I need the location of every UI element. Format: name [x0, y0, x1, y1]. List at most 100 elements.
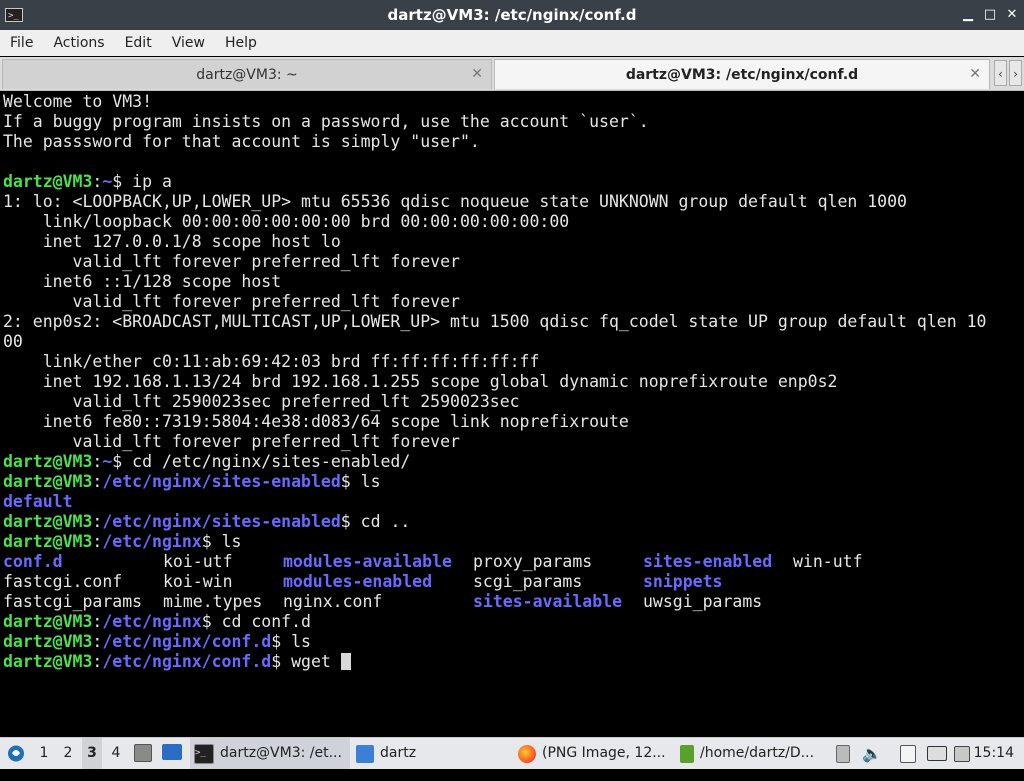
network-icon[interactable]	[927, 738, 947, 769]
output-line: 2: enp0s2: <BROADCAST,MULTICAST,UP,LOWER…	[3, 312, 987, 331]
start-menu-button[interactable]	[5, 738, 27, 769]
output-line: valid_lft 2590023sec preferred_lft 25900…	[3, 392, 520, 411]
prompt-path: /etc/nginx/sites-enabled	[102, 472, 341, 491]
ls-file-entry: proxy_params	[473, 552, 593, 571]
menu-help[interactable]: Help	[215, 35, 267, 51]
workspace-2[interactable]: 2	[58, 738, 78, 769]
ls-directory-entry: sites-enabled	[643, 552, 773, 571]
volume-icon[interactable]: 🔈	[862, 738, 882, 769]
command-input[interactable]: wget	[291, 652, 341, 671]
prompt-user: dartz@VM3	[3, 472, 93, 491]
menu-actions[interactable]: Actions	[43, 35, 114, 51]
window-title: dartz@VM3: /etc/nginx/conf.d	[387, 6, 637, 24]
workspace-3[interactable]: 3	[82, 738, 102, 769]
ls-file-entry: fastcgi_params	[3, 592, 143, 611]
ls-directory-entry: conf.d	[3, 552, 63, 571]
ls-directory-entry: snippets	[643, 572, 723, 591]
task-label: dartz@VM3: /et...	[220, 745, 342, 761]
output-line: valid_lft forever preferred_lft forever	[3, 292, 460, 311]
command-text: ls	[360, 472, 381, 491]
ls-file-entry: nginx.conf	[283, 592, 383, 611]
bluetooth-icon[interactable]	[954, 738, 970, 769]
terminal-app-icon[interactable]: >_	[5, 8, 23, 22]
workspace-1[interactable]: 1	[34, 738, 54, 769]
output-line: inet 192.168.1.13/24 brd 192.168.1.255 s…	[3, 372, 838, 391]
close-button[interactable]: ✕	[1004, 7, 1020, 23]
output-line: inet 127.0.0.1/8 scope host lo	[3, 232, 341, 251]
tab-bar: dartz@VM3: ~ ✕ dartz@VM3: /etc/nginx/con…	[0, 57, 1024, 91]
output-line: 00	[3, 332, 23, 351]
ls-file-entry: koi-win	[163, 572, 233, 591]
ls-file-entry: scgi_params	[473, 572, 583, 591]
output-line: valid_lft forever preferred_lft forever	[3, 252, 460, 271]
prompt-line: dartz@VM3:/etc/nginx/sites-enabled$ ls	[3, 472, 381, 491]
prompt-user: dartz@VM3	[3, 632, 93, 651]
tab-close-icon[interactable]: ✕	[969, 66, 981, 82]
ls-directory-entry: modules-enabled	[283, 572, 433, 591]
task-label: dartz	[380, 745, 417, 761]
show-desktop-icon[interactable]	[162, 738, 184, 769]
maximize-button[interactable]: □	[982, 7, 998, 23]
menu-view[interactable]: View	[162, 35, 215, 51]
firefox-icon	[518, 744, 536, 763]
command-text: ls	[291, 632, 311, 651]
window-titlebar[interactable]: >_ dartz@VM3: /etc/nginx/conf.d ▁ □ ✕	[0, 0, 1024, 30]
output-line: The passsword for that account is simply…	[3, 132, 480, 151]
output-line: If a buggy program insists on a password…	[3, 112, 649, 131]
tab-home[interactable]: dartz@VM3: ~ ✕	[2, 59, 492, 89]
terminal-output[interactable]: Welcome to VM3! If a buggy program insis…	[0, 91, 1024, 736]
output-line: 1: lo: <LOOPBACK,UP,LOWER_UP> mtu 65536 …	[3, 192, 907, 211]
tab-scroll-left-icon[interactable]: ‹	[994, 60, 1007, 86]
prompt-user: dartz@VM3	[3, 612, 93, 631]
prompt-path: /etc/nginx	[102, 532, 202, 551]
clock[interactable]: 15:14	[974, 738, 1014, 769]
prompt-line: dartz@VM3:/etc/nginx/conf.d$ ls	[3, 632, 311, 651]
prompt-user: dartz@VM3	[3, 532, 93, 551]
prompt-path: /etc/nginx	[102, 612, 202, 631]
prompt-line: dartz@VM3:~$ ip a	[3, 172, 172, 191]
text-editor-icon	[680, 744, 694, 763]
taskbar: 1 2 3 4 >_ dartz@VM3: /et... dartz (PNG …	[0, 737, 1024, 769]
task-label: /home/dartz/D...	[700, 745, 815, 761]
output-line: inet6 ::1/128 scope host	[3, 272, 282, 291]
prompt-path: ~	[102, 452, 113, 471]
task-file-manager[interactable]: dartz	[352, 738, 506, 769]
menu-edit[interactable]: Edit	[115, 35, 162, 51]
clipboard-icon[interactable]	[836, 738, 852, 769]
ls-file-entry: fastcgi.conf	[3, 572, 123, 591]
task-text-editor[interactable]: /home/dartz/D...	[676, 738, 830, 769]
output-line: link/ether c0:11:ab:69:42:03 brd ff:ff:f…	[3, 352, 540, 371]
start-menu-icon	[8, 745, 24, 762]
minimize-button[interactable]: ▁	[960, 7, 976, 23]
ls-directory-entry: default	[3, 492, 73, 511]
task-terminal[interactable]: >_ dartz@VM3: /et...	[190, 738, 350, 769]
ls-file-entry: win-utf	[793, 552, 863, 571]
terminal-icon: >_	[194, 743, 214, 764]
output-line: valid_lft forever preferred_lft forever	[3, 432, 460, 451]
text-cursor	[340, 653, 351, 670]
tab-conf-d[interactable]: dartz@VM3: /etc/nginx/conf.d ✕	[494, 59, 990, 89]
tab-label: dartz@VM3: /etc/nginx/conf.d	[625, 66, 859, 83]
prompt-user: dartz@VM3	[3, 172, 93, 191]
menu-file[interactable]: File	[0, 35, 43, 51]
workspace-4[interactable]: 4	[106, 738, 126, 769]
ls-directory-entry: sites-available	[473, 592, 623, 611]
folder-icon	[356, 744, 374, 763]
prompt-line: dartz@VM3:~$ cd /etc/nginx/sites-enabled…	[3, 452, 411, 471]
ls-file-entry: koi-utf	[163, 552, 233, 571]
prompt-line[interactable]: dartz@VM3:/etc/nginx/conf.d$ wget	[3, 652, 351, 672]
files-launcher-icon[interactable]	[134, 738, 154, 769]
menubar: File Actions Edit View Help	[0, 30, 1024, 56]
ls-file-entry: mime.types	[163, 592, 263, 611]
output-line: inet6 fe80::7319:5804:4e38:d083/64 scope…	[3, 412, 629, 431]
tab-scroll-right-icon[interactable]: ›	[1009, 60, 1022, 86]
prompt-path: ~	[102, 172, 113, 191]
prompt-user: dartz@VM3	[3, 452, 93, 471]
tab-close-icon[interactable]: ✕	[471, 66, 483, 82]
notes-icon[interactable]	[900, 738, 918, 769]
task-firefox[interactable]: (PNG Image, 12...	[514, 738, 674, 769]
command-text: cd conf.d	[221, 612, 311, 631]
prompt-path: /etc/nginx/conf.d	[102, 632, 272, 651]
output-line: link/loopback 00:00:00:00:00:00 brd 00:0…	[3, 212, 570, 231]
prompt-user: dartz@VM3	[3, 652, 93, 671]
